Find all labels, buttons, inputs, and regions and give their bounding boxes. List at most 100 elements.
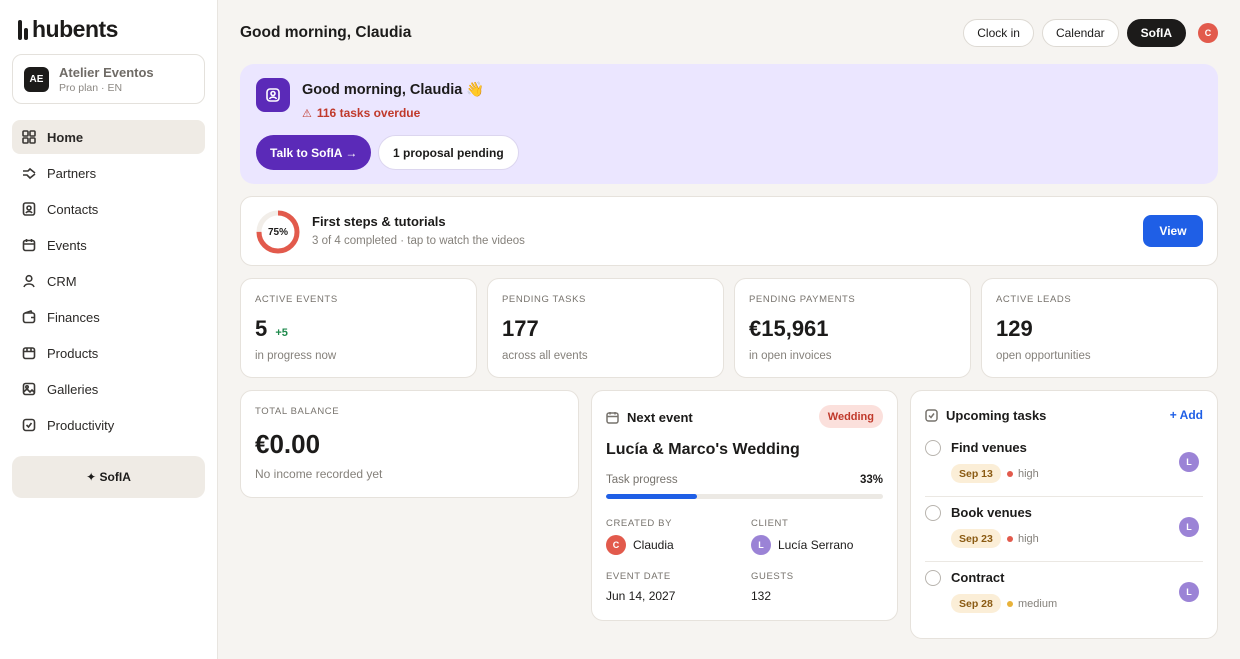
sidebar: hubents AE Atelier Eventos Pro plan · EN…: [0, 0, 218, 659]
workspace-switcher[interactable]: AE Atelier Eventos Pro plan · EN: [12, 54, 205, 104]
handshake-icon: [22, 166, 36, 180]
task-assignee-avatar[interactable]: L: [1179, 582, 1199, 602]
task-assignee-avatar[interactable]: L: [1179, 452, 1199, 472]
stat-card-pending-tasks[interactable]: PENDING TASKS 177 across all events: [487, 278, 724, 378]
task-progress-bar: [606, 494, 883, 499]
task-priority-text: high: [1018, 532, 1039, 545]
task-name: Contract: [951, 570, 1005, 585]
sidebar-item-productivity[interactable]: Productivity: [12, 408, 205, 442]
check-square-icon: [925, 409, 938, 422]
task-row[interactable]: Contract Sep 28 medium L: [925, 563, 1203, 627]
stat-number: 5: [255, 316, 268, 341]
stat-card-active-leads[interactable]: ACTIVE LEADS 129 open opportunities: [981, 278, 1218, 378]
workspace-name: Atelier Eventos: [59, 64, 154, 80]
balance-value: €0.00: [255, 429, 321, 459]
stat-card-active-events[interactable]: ACTIVE EVENTS 5 +5 in progress now: [240, 278, 477, 378]
task-row[interactable]: Find venues Sep 13 high L: [925, 433, 1203, 497]
client-value[interactable]: L Lucía Serrano: [751, 535, 853, 555]
sidebar-item-finances[interactable]: Finances: [12, 300, 205, 334]
sidebar-item-partners[interactable]: Partners: [12, 156, 205, 190]
created-by-label: CREATED BY: [606, 518, 673, 529]
sidebar-item-galleries[interactable]: Galleries: [12, 372, 205, 406]
task-progress-fill: [606, 494, 698, 499]
add-task-button[interactable]: + Add: [1170, 408, 1203, 422]
upcoming-tasks-heading: Upcoming tasks: [925, 408, 1046, 423]
logo-mark-icon: [18, 19, 30, 40]
upcoming-tasks-card: Upcoming tasks + Add Find venues Sep 13 …: [910, 390, 1218, 639]
task-checkbox[interactable]: [925, 505, 941, 521]
next-event-heading-text: Next event: [627, 410, 693, 425]
greeting-banner: Good morning, Claudia 👋 ⚠ 116 tasks over…: [240, 64, 1218, 184]
next-event-card[interactable]: Next event Wedding Lucía & Marco's Weddi…: [591, 390, 898, 621]
task-priority: high: [1007, 464, 1039, 483]
sidebar-item-home[interactable]: Home: [12, 120, 205, 154]
stat-sub: open opportunities: [996, 350, 1091, 362]
calendar-icon: [22, 238, 36, 252]
event-date-value: Jun 14, 2027: [606, 589, 676, 603]
stat-sub: in progress now: [255, 350, 337, 362]
total-balance-card[interactable]: TOTAL BALANCE €0.00 No income recorded y…: [240, 390, 579, 498]
sidebar-item-label: Events: [47, 237, 87, 253]
hero-greeting: Good morning, Claudia 👋: [302, 82, 485, 98]
event-type-badge: Wedding: [818, 405, 883, 428]
check-square-icon: [22, 418, 36, 432]
talk-to-sofia-button[interactable]: Talk to SofIA →: [256, 135, 372, 170]
calendar-button[interactable]: Calendar: [1041, 19, 1119, 47]
logo-text: hubents: [32, 16, 118, 42]
stat-value: 177: [502, 316, 539, 341]
priority-dot-icon: [1007, 600, 1013, 607]
task-row[interactable]: Book venues Sep 23 high L: [925, 498, 1203, 562]
view-tutorials-button[interactable]: View: [1143, 215, 1203, 247]
avatar: L: [751, 535, 771, 555]
sidebar-item-products[interactable]: Products: [12, 336, 205, 370]
created-by-value: C Claudia: [606, 535, 674, 555]
guests-label: GUESTS: [751, 571, 794, 582]
sofia-sidebar-button[interactable]: ✦ SofIA: [12, 456, 205, 498]
tutorial-percent: 75%: [267, 226, 288, 238]
clock-in-button[interactable]: Clock in: [963, 19, 1034, 47]
calendar-icon: [606, 412, 619, 424]
next-event-heading: Next event: [606, 410, 693, 425]
task-due-date: Sep 13: [951, 464, 1001, 483]
task-due-date: Sep 23: [951, 529, 1001, 548]
stat-value: 5 +5: [255, 316, 288, 342]
app-logo[interactable]: hubents: [18, 16, 118, 43]
wallet-icon: [22, 310, 36, 324]
sidebar-item-events[interactable]: Events: [12, 228, 205, 262]
event-title[interactable]: Lucía & Marco's Wedding: [606, 441, 800, 459]
task-priority: high: [1007, 529, 1039, 548]
sidebar-item-label: Contacts: [47, 201, 99, 217]
task-priority-text: high: [1018, 467, 1039, 480]
user-avatar[interactable]: C: [1198, 23, 1218, 43]
page-title: Good morning, Claudia: [240, 24, 412, 41]
overdue-warning[interactable]: ⚠ 116 tasks overdue: [302, 106, 420, 120]
task-assignee-avatar[interactable]: L: [1179, 517, 1199, 537]
sidebar-item-crm[interactable]: CRM: [12, 264, 205, 298]
task-priority: medium: [1007, 594, 1057, 613]
avatar: C: [606, 535, 626, 555]
stat-sub: across all events: [502, 350, 588, 362]
workspace-plan: Pro plan · EN: [59, 81, 123, 94]
stat-delta: +5: [275, 327, 288, 339]
sidebar-item-label: CRM: [47, 273, 77, 289]
balance-sub: No income recorded yet: [255, 467, 383, 481]
stat-value: 129: [996, 316, 1033, 341]
created-by-name: Claudia: [633, 538, 674, 552]
sidebar-item-label: Home: [47, 129, 84, 145]
sidebar-nav: Home Partners Contacts Events CRM Financ…: [12, 120, 205, 444]
priority-dot-icon: [1007, 470, 1013, 477]
task-name: Book venues: [951, 505, 1032, 520]
task-name: Find venues: [951, 440, 1027, 455]
proposal-pending-button[interactable]: 1 proposal pending: [378, 135, 519, 170]
warning-triangle-icon: ⚠: [302, 107, 312, 120]
client-label: CLIENT: [751, 518, 789, 529]
task-checkbox[interactable]: [925, 570, 941, 586]
stat-card-pending-payments[interactable]: PENDING PAYMENTS €15,961 in open invoice…: [734, 278, 971, 378]
task-due-date: Sep 28: [951, 594, 1001, 613]
sidebar-item-contacts[interactable]: Contacts: [12, 192, 205, 226]
assistant-icon: [256, 78, 290, 112]
sofia-button[interactable]: SofIA: [1126, 19, 1186, 47]
task-checkbox[interactable]: [925, 440, 941, 456]
priority-dot-icon: [1007, 535, 1013, 542]
task-progress-value: 33%: [859, 474, 883, 486]
